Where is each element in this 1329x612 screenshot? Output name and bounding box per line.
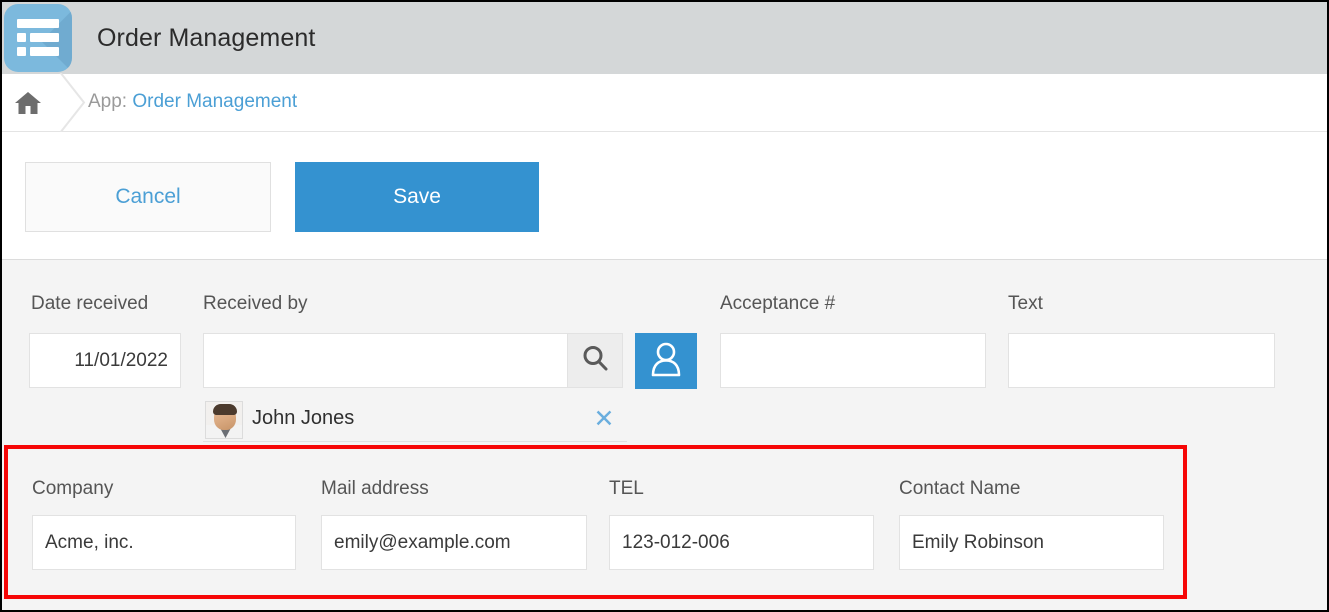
close-icon[interactable]: ✕ xyxy=(591,406,617,432)
acceptance-number-input[interactable] xyxy=(720,333,986,388)
tel-input[interactable]: 123-012-006 xyxy=(609,515,874,570)
label-mail-address: Mail address xyxy=(321,478,429,499)
app-header: Order Management xyxy=(2,2,1327,74)
user-picker-button[interactable] xyxy=(635,333,697,389)
label-text: Text xyxy=(1008,293,1043,314)
breadcrumb-app-link[interactable]: Order Management xyxy=(132,91,297,112)
mail-address-input[interactable]: emily@example.com xyxy=(321,515,587,570)
cancel-button[interactable]: Cancel xyxy=(25,162,271,232)
company-input[interactable]: Acme, inc. xyxy=(32,515,296,570)
action-bar: Cancel Save xyxy=(2,132,1327,260)
icon-list-bars xyxy=(17,19,59,57)
user-avatar xyxy=(205,401,243,439)
save-button[interactable]: Save xyxy=(295,162,539,232)
label-date-received: Date received xyxy=(31,293,149,314)
label-acceptance-number: Acceptance # xyxy=(720,293,836,314)
selected-user-name: John Jones xyxy=(252,407,355,429)
user-icon xyxy=(649,341,683,382)
label-received-by: Received by xyxy=(203,293,308,314)
customer-section-highlight: Company Acme, inc. Mail address emily@ex… xyxy=(4,445,1187,599)
page-title: Order Management xyxy=(97,24,316,52)
app-window: Order Management App: Order Management C… xyxy=(0,0,1329,612)
date-received-input[interactable]: 11/01/2022 xyxy=(29,333,181,388)
list-app-icon xyxy=(4,4,72,72)
label-company: Company xyxy=(32,478,114,499)
selected-user-row: John Jones ✕ xyxy=(203,399,627,442)
home-icon[interactable] xyxy=(14,90,42,116)
text-input[interactable] xyxy=(1008,333,1275,388)
label-tel: TEL xyxy=(609,478,644,499)
breadcrumb-prefix: App: xyxy=(88,91,128,112)
search-button[interactable] xyxy=(567,333,623,388)
received-by-search-input[interactable] xyxy=(203,333,567,388)
breadcrumb-separator-icon xyxy=(52,73,92,132)
breadcrumb: App: Order Management xyxy=(2,73,1327,132)
contact-name-input[interactable]: Emily Robinson xyxy=(899,515,1164,570)
search-icon xyxy=(580,343,610,378)
breadcrumb-text: App: Order Management xyxy=(88,91,297,113)
label-contact-name: Contact Name xyxy=(899,478,1021,499)
